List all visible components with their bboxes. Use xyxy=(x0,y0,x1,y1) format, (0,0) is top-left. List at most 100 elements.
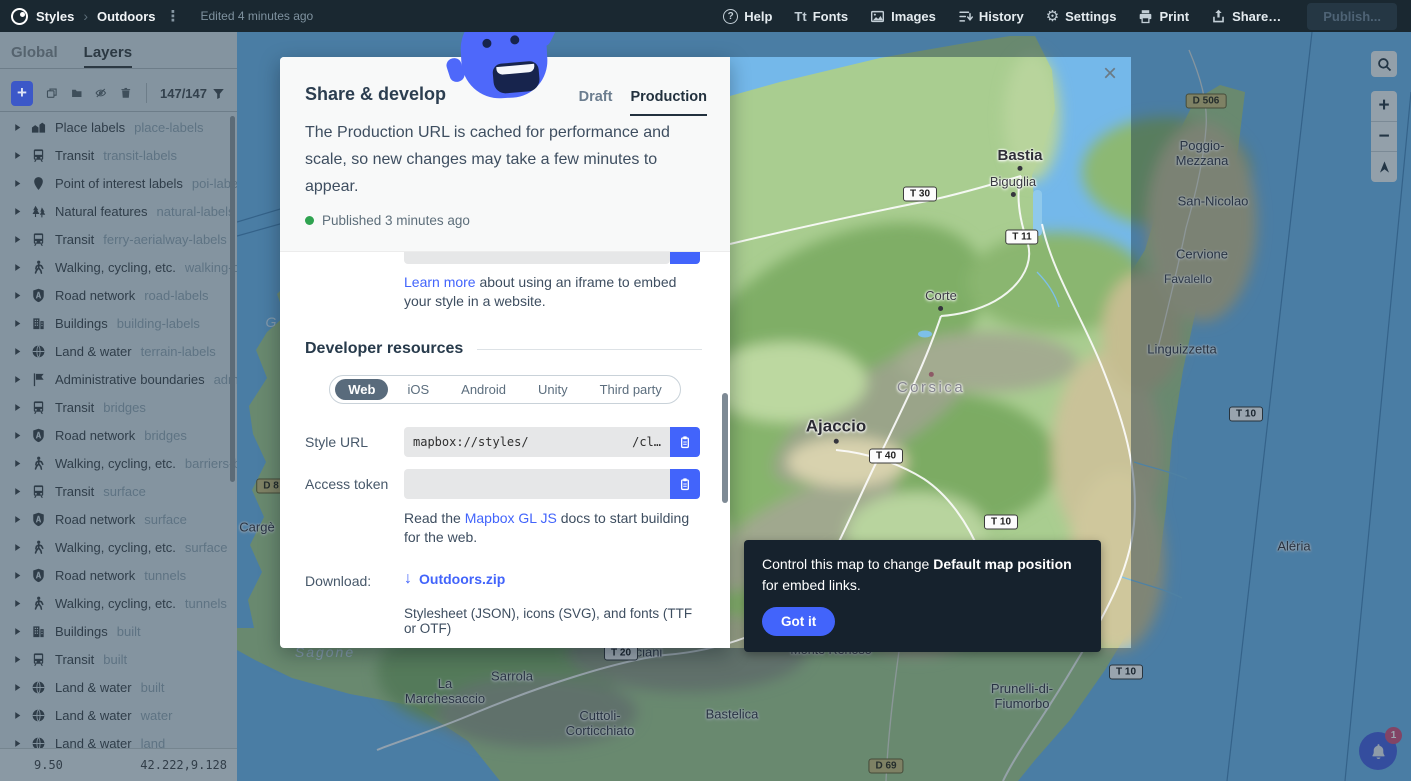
layer-row[interactable]: Walking, cycling, etc.tunnels xyxy=(0,589,237,617)
layer-row[interactable]: Road networkbridges xyxy=(0,421,237,449)
notifications-button[interactable]: 1 xyxy=(1359,732,1397,770)
share-icon xyxy=(1211,9,1226,24)
layer-row[interactable]: Land & waterterrain-labels xyxy=(0,337,237,365)
eye-off-icon[interactable] xyxy=(95,85,107,101)
mapbox-logo-icon[interactable] xyxy=(11,8,28,25)
layer-row[interactable]: Transittransit-labels xyxy=(0,141,237,169)
close-icon[interactable]: × xyxy=(1098,62,1122,86)
tab-web[interactable]: Web xyxy=(335,379,388,400)
layer-row[interactable]: Point of interest labelspoi-labels xyxy=(0,169,237,197)
layer-id: surface xyxy=(144,512,187,527)
layer-row[interactable]: Transitsurface xyxy=(0,477,237,505)
caret-right-icon[interactable] xyxy=(13,319,22,328)
tab-production[interactable]: Production xyxy=(630,89,707,116)
print-menu-item[interactable]: Print xyxy=(1138,9,1189,24)
caret-right-icon[interactable] xyxy=(13,347,22,356)
access-token-label: Access token xyxy=(305,476,388,492)
zoom-in-button[interactable]: + xyxy=(1371,91,1397,122)
layer-row[interactable]: Buildings built xyxy=(0,617,237,645)
caret-right-icon[interactable] xyxy=(13,375,22,384)
caret-right-icon[interactable] xyxy=(13,459,22,468)
caret-right-icon[interactable] xyxy=(13,291,22,300)
caret-right-icon[interactable] xyxy=(13,711,22,720)
caret-right-icon[interactable] xyxy=(13,151,22,160)
layer-name: Transit xyxy=(55,400,94,415)
breadcrumb-style-name[interactable]: Outdoors xyxy=(97,9,156,24)
tab-global[interactable]: Global xyxy=(11,44,58,68)
caret-right-icon[interactable] xyxy=(13,263,22,272)
got-it-button[interactable]: Got it xyxy=(762,607,835,636)
style-url-input[interactable]: mapbox://styles/ /cl… xyxy=(404,427,670,457)
sidebar-scrollbar[interactable] xyxy=(230,116,235,482)
layer-row[interactable]: Buildingsbuilding-labels xyxy=(0,309,237,337)
more-vertical-icon[interactable]: ⋮ xyxy=(165,7,180,25)
caret-right-icon[interactable] xyxy=(13,179,22,188)
caret-right-icon[interactable] xyxy=(13,571,22,580)
tab-third-party[interactable]: Third party xyxy=(587,379,675,400)
history-menu-item[interactable]: History xyxy=(958,9,1024,24)
caret-right-icon[interactable] xyxy=(13,627,22,636)
access-token-input[interactable] xyxy=(404,469,670,499)
fonts-menu-item[interactable]: TtFonts xyxy=(794,9,848,24)
caret-right-icon[interactable] xyxy=(13,599,22,608)
tab-layers[interactable]: Layers xyxy=(84,44,132,68)
layer-id: built xyxy=(117,624,141,639)
modal-scrollbar[interactable] xyxy=(722,393,728,503)
tab-ios[interactable]: iOS xyxy=(394,379,442,400)
caret-right-icon[interactable] xyxy=(13,123,22,132)
layer-id: tunnels xyxy=(144,568,186,583)
caret-right-icon[interactable] xyxy=(13,431,22,440)
layer-name: Administrative boundaries xyxy=(55,372,205,387)
layer-row[interactable]: Transitferry-aerialway-labels xyxy=(0,225,237,253)
trash-icon[interactable] xyxy=(120,85,132,101)
tab-android[interactable]: Android xyxy=(448,379,519,400)
layer-row[interactable]: Road networktunnels xyxy=(0,561,237,589)
images-menu-item[interactable]: Images xyxy=(870,9,936,24)
compass-button[interactable] xyxy=(1371,152,1397,182)
layer-row[interactable]: Walking, cycling, etc.barriers-bridges xyxy=(0,449,237,477)
layer-row[interactable]: Administrative boundariesadmin xyxy=(0,365,237,393)
breadcrumb-styles[interactable]: Styles xyxy=(36,9,74,24)
layer-row[interactable]: Land & waterbuilt xyxy=(0,673,237,701)
copy-access-token-button[interactable] xyxy=(670,469,700,499)
layer-row[interactable]: Natural featuresnatural-labels xyxy=(0,197,237,225)
map-search-button[interactable] xyxy=(1371,51,1397,77)
caret-right-icon[interactable] xyxy=(13,515,22,524)
layer-row[interactable]: Transitbridges xyxy=(0,393,237,421)
caret-right-icon[interactable] xyxy=(13,683,22,692)
layer-name: Buildings xyxy=(55,624,108,639)
caret-right-icon[interactable] xyxy=(13,655,22,664)
zoom-out-button[interactable]: − xyxy=(1371,122,1397,153)
layer-row[interactable]: Road networksurface xyxy=(0,505,237,533)
add-layer-button[interactable]: + xyxy=(11,81,33,106)
layer-row[interactable]: Transitbuilt xyxy=(0,645,237,673)
layer-row[interactable]: Road networkroad-labels xyxy=(0,281,237,309)
globe-icon xyxy=(31,680,46,695)
download-label: Download: xyxy=(305,573,371,589)
caret-right-icon[interactable] xyxy=(13,487,22,496)
layer-row[interactable]: Place labelsplace-labels xyxy=(0,113,237,141)
layer-count[interactable]: 147/147 xyxy=(160,86,237,101)
caret-right-icon[interactable] xyxy=(13,207,22,216)
help-menu-item[interactable]: ?Help xyxy=(723,9,772,24)
download-zip-link[interactable]: Outdoors.zip xyxy=(419,571,505,587)
caret-right-icon[interactable] xyxy=(13,543,22,552)
copy-style-url-button[interactable] xyxy=(670,427,700,457)
tab-draft[interactable]: Draft xyxy=(579,89,613,116)
mapbox-gl-js-link[interactable]: Mapbox GL JS xyxy=(465,510,557,526)
layer-row[interactable]: Walking, cycling, etc.walking-cycling-l xyxy=(0,253,237,281)
share-menu-item[interactable]: Share… xyxy=(1211,9,1281,24)
caret-right-icon[interactable] xyxy=(13,403,22,412)
layer-row[interactable]: Walking, cycling, etc.surface xyxy=(0,533,237,561)
publish-button[interactable]: Publish... xyxy=(1307,3,1397,30)
duplicate-icon[interactable] xyxy=(46,85,58,101)
caret-right-icon[interactable] xyxy=(13,739,22,748)
place-icon xyxy=(31,120,46,135)
layer-name: Land & water xyxy=(55,708,132,723)
folder-icon[interactable] xyxy=(71,85,83,101)
learn-more-link[interactable]: Learn more xyxy=(404,274,476,290)
settings-menu-item[interactable]: ⚙Settings xyxy=(1046,9,1117,24)
caret-right-icon[interactable] xyxy=(13,235,22,244)
layer-row[interactable]: Land & waterwater xyxy=(0,701,237,729)
tab-unity[interactable]: Unity xyxy=(525,379,581,400)
